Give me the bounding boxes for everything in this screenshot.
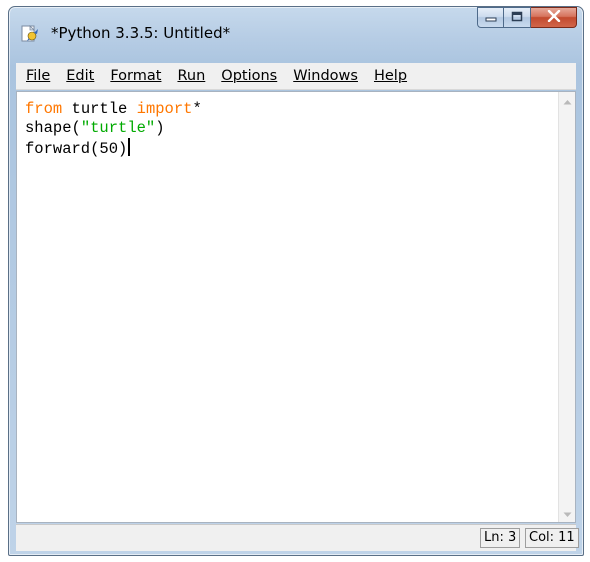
code-line[interactable]: forward(50) (25, 138, 131, 158)
vertical-scrollbar[interactable] (558, 92, 575, 522)
menu-edit[interactable]: Edit (60, 68, 100, 84)
scroll-down-arrow-icon (563, 505, 572, 523)
maximize-icon (511, 9, 523, 27)
scroll-up-arrow-icon (563, 92, 572, 110)
menu-run[interactable]: Run (171, 68, 211, 84)
code-token: ) (155, 119, 165, 137)
code-keyword: from (25, 100, 63, 118)
menu-options[interactable]: Options (215, 68, 283, 84)
caption-buttons (477, 7, 577, 29)
code-token: shape( (25, 119, 81, 137)
scroll-down-button[interactable] (560, 505, 575, 522)
code-editor[interactable]: from turtle import* shape("turtle") forw… (16, 91, 576, 523)
maximize-button[interactable] (504, 7, 531, 28)
status-column-number: Col: 11 (525, 528, 579, 548)
code-line[interactable]: shape("turtle") (25, 119, 165, 137)
status-bar: Ln: 3 Col: 11 (16, 524, 579, 551)
menu-help[interactable]: Help (368, 68, 413, 84)
code-string: "turtle" (80, 119, 156, 137)
menu-windows[interactable]: Windows (287, 68, 364, 84)
minimize-button[interactable] (477, 7, 504, 28)
window-title: *Python 3.3.5: Untitled* (51, 24, 231, 42)
code-token: turtle (62, 100, 137, 118)
menu-format[interactable]: Format (104, 68, 167, 84)
menu-file[interactable]: File (20, 68, 56, 84)
idle-editor-window: *Python 3.3.5: Untitled* File Edit Forma… (8, 6, 584, 556)
python-idle-icon[interactable] (21, 25, 39, 43)
scroll-up-button[interactable] (560, 92, 575, 109)
close-icon (547, 9, 561, 27)
close-button[interactable] (531, 7, 577, 28)
menu-bar: File Edit Format Run Options Windows Hel… (16, 63, 576, 90)
code-token: * (192, 100, 202, 118)
code-line[interactable]: from turtle import* (25, 100, 202, 118)
code-token: forward(50) (25, 140, 128, 158)
text-cursor (128, 138, 131, 156)
code-text[interactable]: from turtle import* shape("turtle") forw… (25, 100, 202, 159)
code-keyword: import (136, 100, 193, 118)
status-line-number: Ln: 3 (480, 528, 521, 548)
minimize-icon (485, 9, 497, 27)
title-bar[interactable]: *Python 3.3.5: Untitled* (9, 7, 583, 59)
